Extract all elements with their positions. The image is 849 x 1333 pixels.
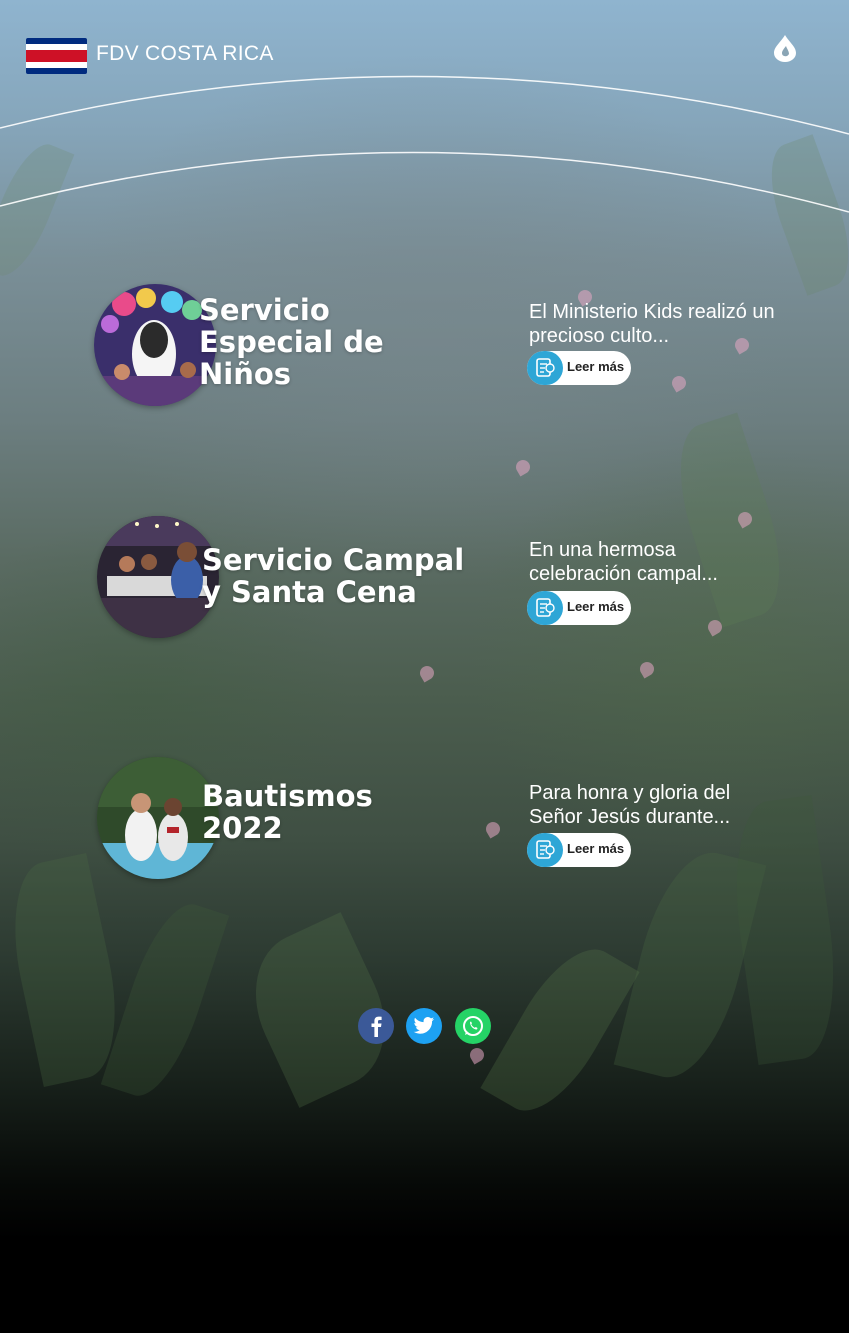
read-more-button[interactable]: Leer más: [527, 591, 631, 625]
baptism-photo[interactable]: [97, 757, 219, 879]
read-more-label: Leer más: [567, 841, 625, 856]
article-card: Bautismos 2022 Para honra y gloria del S…: [0, 755, 849, 885]
site-title[interactable]: FDV COSTA RICA: [96, 42, 274, 66]
article-excerpt: Para honra y gloria del Señor Jesús dura…: [529, 782, 731, 828]
read-more-button[interactable]: Leer más: [527, 351, 631, 385]
document-icon: [527, 833, 563, 867]
twitter-icon[interactable]: [406, 1008, 442, 1044]
article-title[interactable]: Servicio Especial de Niños: [199, 294, 384, 390]
read-more-label: Leer más: [567, 599, 625, 614]
article-card: Servicio Especial de Niños El Ministerio…: [0, 282, 849, 412]
costa-rica-flag: [26, 38, 87, 74]
kids-service-photo[interactable]: [94, 284, 216, 406]
whatsapp-icon[interactable]: [455, 1008, 491, 1044]
campal-service-photo[interactable]: [97, 516, 219, 638]
article-excerpt: El Ministerio Kids realizó un precioso c…: [529, 301, 775, 347]
document-icon: [527, 591, 563, 625]
read-more-button[interactable]: Leer más: [527, 833, 631, 867]
read-more-label: Leer más: [567, 359, 625, 374]
header-arcs: [0, 75, 849, 213]
article-title[interactable]: Servicio Campal y Santa Cena: [202, 544, 464, 608]
facebook-icon[interactable]: [358, 1008, 394, 1044]
article-card: Servicio Campal y Santa Cena En una herm…: [0, 514, 849, 644]
article-excerpt: En una hermosa celebración campal...: [529, 539, 718, 585]
article-title[interactable]: Bautismos 2022: [202, 780, 373, 844]
flame-drop-icon[interactable]: [772, 34, 798, 62]
document-icon: [527, 351, 563, 385]
